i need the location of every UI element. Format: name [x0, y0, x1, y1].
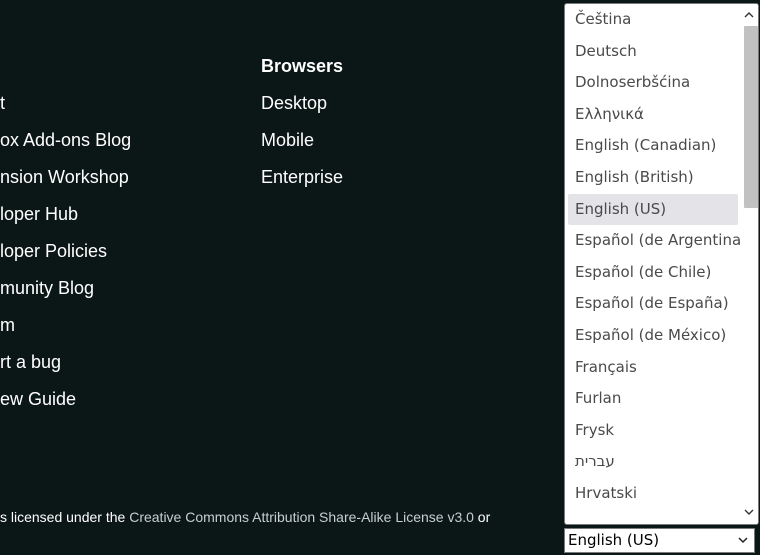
language-select[interactable]: English (US): [564, 528, 755, 553]
language-option[interactable]: Español (de Argentina): [565, 225, 747, 257]
dropdown-scrollbar[interactable]: [740, 4, 758, 524]
language-option[interactable]: עברית: [565, 446, 741, 478]
footer-link[interactable]: nsion Workshop: [0, 166, 131, 203]
language-option[interactable]: English (British): [565, 162, 741, 194]
language-option[interactable]: Español (de Chile): [565, 257, 741, 289]
chevron-down-icon[interactable]: [740, 504, 758, 522]
language-option[interactable]: Español (de México): [565, 320, 741, 352]
language-option[interactable]: Dolnoserbšćina: [565, 67, 741, 99]
language-option[interactable]: English (Canadian): [565, 130, 741, 162]
footer-link-desktop[interactable]: Desktop: [261, 92, 343, 129]
browsers-links-list: Desktop Mobile Enterprise: [261, 92, 343, 203]
language-options: Čeština Deutsch Dolnoserbšćina Ελληνικά …: [565, 4, 747, 510]
footer-link[interactable]: munity Blog: [0, 277, 131, 314]
language-option-selected[interactable]: English (US): [568, 193, 738, 226]
license-link[interactable]: Creative Commons Attribution Share-Alike…: [129, 509, 474, 525]
addons-links-list: t ox Add-ons Blog nsion Workshop loper H…: [0, 92, 131, 425]
footer-link-mobile[interactable]: Mobile: [261, 129, 343, 166]
language-option[interactable]: Español (de España): [565, 288, 741, 320]
license-suffix: or: [473, 509, 491, 525]
scrollbar-thumb[interactable]: [744, 26, 758, 208]
language-option[interactable]: Furlan: [565, 383, 741, 415]
footer-link[interactable]: ox Add-ons Blog: [0, 129, 131, 166]
language-option[interactable]: Hrvatski: [565, 478, 741, 510]
language-option[interactable]: Ελληνικά: [565, 99, 741, 131]
footer-link[interactable]: t: [0, 92, 131, 129]
footer-link-enterprise[interactable]: Enterprise: [261, 166, 343, 203]
language-option[interactable]: Deutsch: [565, 36, 741, 68]
chevron-down-icon: [738, 529, 748, 552]
language-option[interactable]: Čeština: [565, 4, 741, 36]
language-select-value: English (US): [568, 531, 660, 549]
footer-link[interactable]: loper Hub: [0, 203, 131, 240]
language-option[interactable]: Français: [565, 352, 741, 384]
license-notice: s licensed under the Creative Commons At…: [0, 509, 490, 525]
footer-link[interactable]: rt a bug: [0, 351, 131, 388]
language-dropdown-listbox[interactable]: Čeština Deutsch Dolnoserbšćina Ελληνικά …: [564, 3, 759, 525]
chevron-up-icon[interactable]: [740, 6, 758, 24]
footer-link[interactable]: loper Policies: [0, 240, 131, 277]
browsers-column-heading: Browsers: [261, 56, 344, 76]
footer-link[interactable]: ew Guide: [0, 388, 131, 425]
footer-link[interactable]: m: [0, 314, 131, 351]
language-option[interactable]: Frysk: [565, 415, 741, 447]
license-prefix: s licensed under the: [0, 509, 130, 525]
